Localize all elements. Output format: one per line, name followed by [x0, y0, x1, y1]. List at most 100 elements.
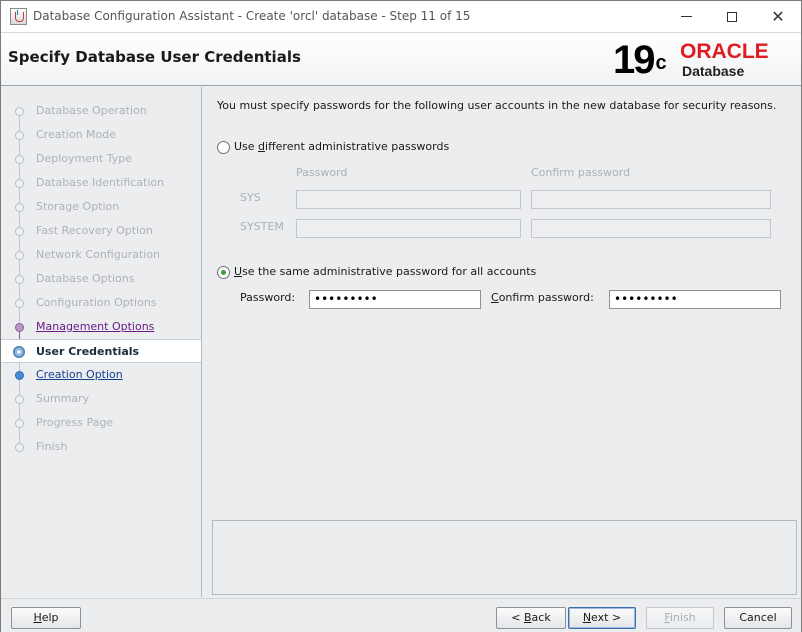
step-label: Creation Mode	[36, 128, 117, 141]
maximize-icon	[727, 11, 737, 22]
back-button[interactable]: < Back	[496, 607, 566, 629]
sidebar-step-summary: Summary	[1, 387, 201, 411]
logo-version-suffix: c	[655, 52, 667, 74]
step-indicator-icon	[15, 443, 24, 452]
sidebar-step-database-options: Database Options	[1, 267, 201, 291]
page-title: Specify Database User Credentials	[8, 48, 301, 66]
intro-text: You must specify passwords for the follo…	[217, 99, 777, 112]
window-title: Database Configuration Assistant - Creat…	[33, 9, 471, 23]
button-label: inish	[669, 611, 696, 624]
password-label: Password:	[240, 291, 296, 304]
confirm-password-label: Confirm password:	[491, 291, 594, 304]
column-header-password: Password	[296, 166, 348, 179]
sidebar-step-user-credentials: User Credentials	[1, 339, 201, 363]
step-label: Creation Option	[36, 368, 123, 381]
step-indicator-icon	[15, 227, 24, 236]
oracle-brand-logo: ORACLE	[680, 40, 769, 63]
label-part: se the same administrative password for …	[242, 265, 537, 278]
main-content: You must specify passwords for the follo…	[203, 87, 801, 597]
next-button[interactable]: Next >	[568, 607, 636, 629]
button-mnemonic: N	[582, 611, 592, 624]
step-label: Database Options	[36, 272, 135, 285]
minimize-button[interactable]	[663, 1, 709, 32]
dbca-window: Database Configuration Assistant - Creat…	[0, 0, 802, 632]
title-bar: Database Configuration Assistant - Creat…	[1, 1, 801, 32]
sidebar-step-fast-recovery-option: Fast Recovery Option	[1, 219, 201, 243]
button-mnemonic: H	[33, 611, 42, 624]
sidebar-step-deployment-type: Deployment Type	[1, 147, 201, 171]
system-confirm-field[interactable]	[531, 219, 771, 238]
label-part: ifferent administrative passwords	[265, 140, 450, 153]
step-label: Fast Recovery Option	[36, 224, 153, 237]
sidebar-step-creation-option[interactable]: Creation Option	[1, 363, 201, 387]
step-label: Network Configuration	[36, 248, 161, 261]
sidebar-step-network-configuration: Network Configuration	[1, 243, 201, 267]
messages-panel	[212, 520, 797, 595]
sidebar-step-creation-mode: Creation Mode	[1, 123, 201, 147]
step-indicator-icon	[15, 251, 24, 260]
button-label: ack	[531, 611, 551, 624]
close-button[interactable]: ✕	[755, 1, 801, 32]
step-indicator-icon	[15, 371, 24, 380]
sidebar-step-storage-option: Storage Option	[1, 195, 201, 219]
label-part: onfirm password:	[498, 291, 594, 304]
sidebar-step-configuration-options: Configuration Options	[1, 291, 201, 315]
sys-password-field[interactable]	[296, 190, 521, 209]
label-part: Use	[234, 140, 259, 153]
oracle-version-logo: 19 c	[613, 36, 667, 84]
step-indicator-icon	[15, 155, 24, 164]
different-passwords-radio[interactable]	[217, 141, 230, 154]
logo-product-name: Database	[682, 63, 745, 79]
help-button[interactable]: Help	[11, 607, 81, 629]
step-label: Finish	[36, 440, 68, 453]
column-header-confirm: Confirm password	[531, 166, 631, 179]
step-label: Management Options	[36, 320, 155, 333]
step-indicator-icon	[15, 203, 24, 212]
same-password-label[interactable]: Use the same administrative password for…	[234, 265, 536, 278]
label-mnemonic: U	[234, 265, 243, 278]
step-label: Database Identification	[36, 176, 165, 189]
step-label: Summary	[36, 392, 90, 405]
close-icon: ✕	[771, 7, 785, 26]
step-indicator-icon	[15, 275, 24, 284]
same-password-radio[interactable]	[217, 266, 230, 279]
step-indicator-icon	[15, 299, 24, 308]
step-label: User Credentials	[36, 345, 140, 358]
system-user-label: SYSTEM	[240, 220, 284, 233]
button-label: <	[511, 611, 524, 624]
label-mnemonic: d	[258, 140, 266, 153]
step-label: Deployment Type	[36, 152, 133, 165]
sidebar-step-finish: Finish	[1, 435, 201, 459]
logo-version-number: 19	[613, 38, 655, 82]
different-passwords-label[interactable]: Use different administrative passwords	[234, 140, 449, 153]
step-label: Progress Page	[36, 416, 114, 429]
step-label: Database Operation	[36, 104, 147, 117]
button-label: elp	[41, 611, 59, 624]
step-indicator-icon	[15, 179, 24, 188]
step-indicator-icon	[15, 419, 24, 428]
sys-user-label: SYS	[240, 191, 261, 204]
step-indicator-icon	[15, 395, 24, 404]
step-indicator-icon	[15, 323, 24, 332]
sidebar-step-database-operation: Database Operation	[1, 99, 201, 123]
password-input[interactable]: •••••••••	[309, 290, 481, 309]
sidebar-step-progress-page: Progress Page	[1, 411, 201, 435]
confirm-password-input[interactable]: •••••••••	[609, 290, 781, 309]
step-indicator-icon	[13, 346, 25, 358]
maximize-button[interactable]	[709, 1, 755, 32]
steps-sidebar: Database Operation Creation Mode Deploymen…	[1, 87, 202, 597]
sidebar-step-management-options[interactable]: Management Options	[1, 315, 201, 339]
step-indicator-icon	[15, 107, 24, 116]
page-header: Specify Database User Credentials 19 c OR…	[1, 32, 801, 86]
cancel-button[interactable]: Cancel	[724, 607, 792, 629]
step-label: Storage Option	[36, 200, 120, 213]
finish-button[interactable]: Finish	[646, 607, 714, 629]
button-mnemonic: B	[524, 611, 532, 624]
sidebar-step-database-identification: Database Identification	[1, 171, 201, 195]
button-label: ext >	[591, 611, 622, 624]
system-password-field[interactable]	[296, 219, 521, 238]
step-indicator-icon	[15, 131, 24, 140]
minimize-icon	[680, 16, 692, 17]
sys-confirm-field[interactable]	[531, 190, 771, 209]
button-bar: Help < Back Next > Finish Cancel	[1, 598, 801, 632]
